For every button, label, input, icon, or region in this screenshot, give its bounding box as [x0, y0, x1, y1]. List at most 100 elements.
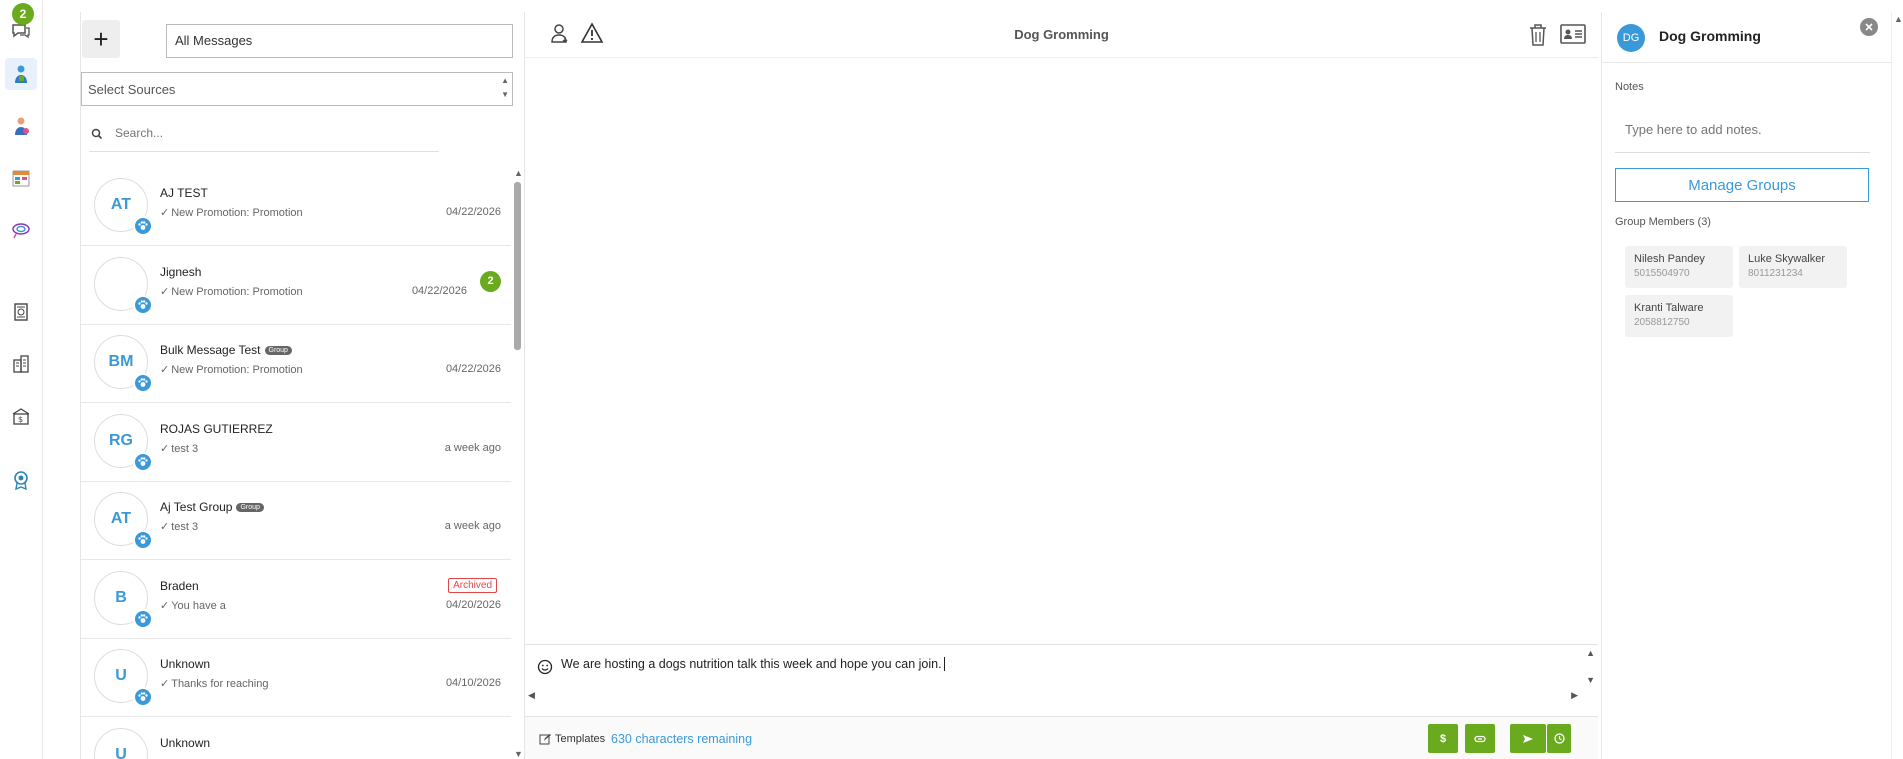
chat-header: Dog Gromming — [525, 12, 1598, 58]
list-scrollbar[interactable]: ▲ ▼ — [512, 168, 523, 759]
rail-building-button[interactable] — [5, 348, 37, 380]
composer-hscroll-left[interactable]: ◀ — [528, 690, 535, 701]
rail-profile-button[interactable] — [5, 110, 37, 142]
paw-icon — [133, 216, 153, 236]
paw-icon — [133, 451, 153, 472]
rail-award-button[interactable] — [5, 464, 37, 496]
member-name: Nilesh Pandey — [1634, 253, 1705, 265]
manage-groups-button[interactable]: Manage Groups — [1615, 168, 1869, 202]
send-icon — [1523, 734, 1533, 743]
last-message-text: New Promotion: Promotion — [171, 364, 303, 376]
text-caret — [943, 657, 945, 671]
link-icon — [1474, 735, 1486, 742]
member-name: Kranti Talware — [1634, 302, 1704, 314]
trash-icon[interactable] — [1528, 23, 1548, 47]
templates-label: Templates — [555, 733, 606, 745]
group-member-card[interactable]: Nilesh Pandey 5015504970 — [1625, 246, 1733, 288]
send-button[interactable] — [1510, 724, 1546, 753]
last-message: ✓ New Promotion: Promotion — [160, 206, 303, 219]
paw-icon — [133, 294, 153, 315]
last-message: ✓ Thanks for reaching — [160, 677, 268, 690]
last-message: ✓ New Promotion: Promotion — [160, 285, 303, 298]
message-date: 04/20/2026 — [445, 598, 501, 611]
clock-icon — [1553, 733, 1565, 744]
contact-name: Aj Test Group Group — [160, 500, 264, 514]
last-message-text: New Promotion: Promotion — [171, 285, 303, 298]
calendar-icon — [12, 170, 30, 187]
rail-building-dollar-button[interactable]: $ — [5, 400, 37, 432]
contact-name-text: AJ TEST — [160, 186, 208, 200]
search-input[interactable] — [115, 126, 415, 140]
message-composer[interactable]: We are hosting a dogs nutrition talk thi… — [525, 644, 1598, 702]
paw-icon — [133, 530, 153, 550]
award-icon — [14, 471, 28, 491]
contact-name: AJ TEST — [160, 186, 208, 200]
templates-button[interactable]: Templates — [539, 733, 605, 745]
contact-avatar: U — [94, 727, 148, 759]
unread-count-badge: 2 — [480, 270, 501, 292]
schedule-button[interactable] — [1547, 724, 1571, 753]
rail-billing-button[interactable] — [5, 296, 37, 328]
message-input[interactable]: We are hosting a dogs nutrition talk thi… — [561, 657, 945, 671]
sources-spinner[interactable]: ▲ ▼ — [501, 74, 509, 102]
notes-input[interactable] — [1615, 107, 1870, 153]
last-message-text: You have a — [171, 599, 226, 612]
conversation-row[interactable]: U Unknown ✓ Thanks for reaching 04/10/2026 — [81, 639, 511, 717]
conversation-row[interactable]: BM Bulk Message Test Group ✓ New Promotion: … — [81, 325, 511, 403]
conversation-row[interactable]: B Braden ✓ You have a 04/20/2026 Archived — [81, 561, 511, 639]
check-icon: ✓ — [160, 521, 170, 533]
check-icon: ✓ — [160, 364, 170, 376]
paw-icon — [133, 373, 153, 393]
message-date: 04/22/2026 — [445, 363, 501, 375]
building-icon — [13, 355, 29, 373]
link-button[interactable] — [1465, 724, 1495, 753]
contact-name: Braden — [160, 579, 199, 593]
chat-footer: Templates 630 characters remaining $ — [525, 716, 1598, 759]
conversation-details-panel: DG Dog Gromming Notes Manage Groups Grou… — [1601, 12, 1892, 759]
message-date: 04/22/2026 — [445, 206, 501, 218]
last-message-text: test 3 — [171, 442, 199, 455]
group-members-label: Group Members (3) — [1615, 216, 1711, 228]
chat-title: Dog Gromming — [1014, 27, 1109, 42]
group-name: Dog Gromming — [1659, 28, 1761, 44]
member-phone: 8011231234 — [1748, 268, 1803, 279]
contact-card-icon[interactable] — [1560, 24, 1586, 44]
rail-agent-button[interactable] — [5, 58, 37, 90]
conversation-row[interactable]: Jignesh ✓ New Promotion: Promotion 04/22/20… — [81, 247, 511, 325]
paw-icon — [133, 687, 153, 707]
last-message-text: Thanks for reaching — [171, 678, 269, 690]
composer-scroll-down[interactable]: ▼ — [1586, 675, 1595, 685]
agent-icon — [15, 65, 27, 83]
profile-icon — [15, 117, 29, 135]
message-filter-select[interactable]: All Messages — [166, 24, 513, 58]
check-icon: ✓ — [160, 285, 170, 298]
group-member-card[interactable]: Kranti Talware 2058812750 — [1625, 295, 1733, 337]
rail-campaign-button[interactable] — [5, 214, 37, 246]
sources-select[interactable]: Select Sources ▲ ▼ — [81, 72, 513, 106]
page-scrollbar[interactable]: ▲ — [1891, 12, 1903, 759]
conversation-row[interactable]: AT Aj Test Group Group ✓ test 3a week ago — [81, 482, 511, 560]
conversation-row[interactable]: U Unknown — [81, 718, 511, 759]
message-date: a week ago — [444, 441, 501, 454]
group-badge: Group — [236, 503, 264, 512]
composer-scroll-up[interactable]: ▲ — [1586, 648, 1595, 658]
conversation-row[interactable]: AT AJ TEST ✓ New Promotion: Promotion 04/22/… — [81, 168, 511, 246]
group-member-card[interactable]: Luke Skywalker 8011231234 — [1739, 246, 1847, 288]
contact-name: Unknown — [160, 736, 210, 750]
contact-name: Unknown — [160, 657, 210, 671]
svg-text:$: $ — [18, 415, 23, 424]
billing-icon — [14, 303, 28, 321]
new-conversation-button[interactable]: + — [82, 20, 120, 58]
campaign-icon — [12, 223, 30, 239]
conversation-row[interactable]: RG ROJAS GUTIERREZ ✓ test 3a week ago — [81, 404, 511, 482]
rail-calendar-button[interactable] — [5, 162, 37, 194]
close-panel-button[interactable] — [1860, 18, 1878, 36]
emoji-icon[interactable] — [537, 659, 553, 675]
check-icon: ✓ — [160, 207, 170, 219]
contact-name-text: Aj Test Group — [160, 500, 233, 514]
message-date: a week ago — [444, 520, 501, 532]
composer-hscroll-right[interactable]: ▶ — [1571, 690, 1578, 701]
payment-button[interactable]: $ — [1428, 724, 1458, 753]
details-header-divider — [1602, 62, 1892, 63]
last-message: ✓ You have a — [160, 599, 226, 612]
